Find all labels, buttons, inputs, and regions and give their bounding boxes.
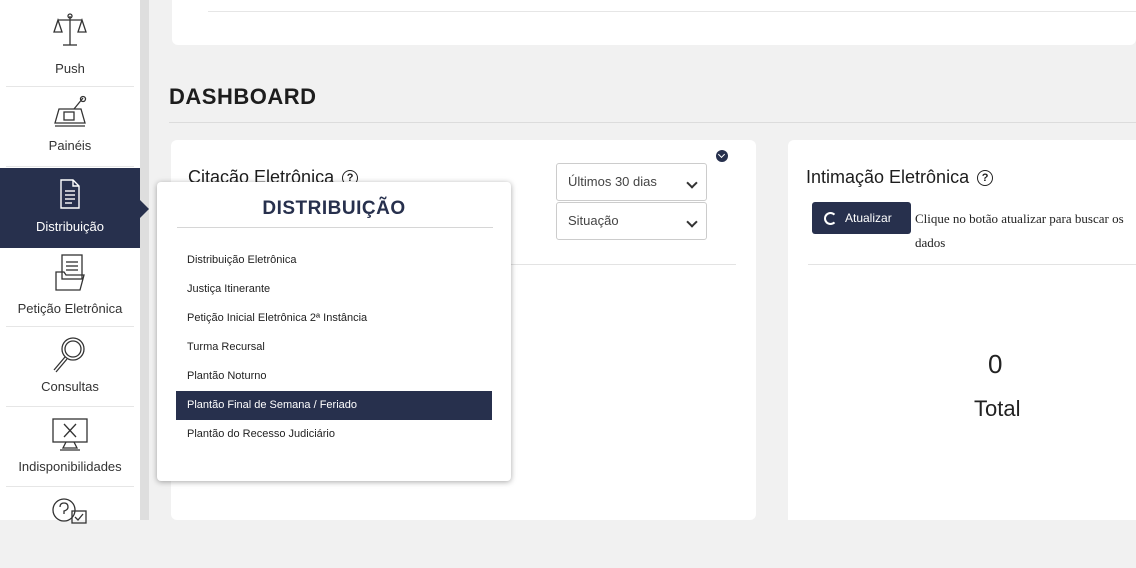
sidebar-item-paineis[interactable]: Painéis [0, 87, 140, 167]
total-label: Total [974, 396, 1021, 421]
sidebar-divider [6, 166, 134, 167]
menu-item-plantao-noturno[interactable]: Plantão Noturno [176, 362, 492, 391]
distribuicao-menu: DISTRIBUIÇÃO Distribuição Eletrônica Jus… [157, 182, 511, 481]
sidebar-item-label: Petição Eletrônica [17, 301, 123, 316]
scales-icon [53, 13, 87, 46]
menu-item-peticao-inicial-2-instancia[interactable]: Petição Inicial Eletrônica 2ª Instância [176, 304, 492, 333]
total-value: 0 [988, 349, 1003, 379]
monitor-x-icon [52, 418, 88, 451]
sidebar-item-label: Indisponibilidades [18, 459, 122, 474]
sidebar-item-indisponibilidades[interactable]: Indisponibilidades [0, 408, 140, 488]
top-panel [172, 0, 1136, 45]
files-icon [55, 254, 85, 291]
period-select[interactable]: Últimos 30 dias [556, 163, 707, 201]
sidebar-item-distribuicao[interactable]: Distribuição [0, 168, 140, 248]
menu-item-plantao-recesso[interactable]: Plantão do Recesso Judiciário [176, 420, 492, 449]
top-panel-divider [208, 11, 1136, 12]
chevron-down-icon [686, 216, 698, 228]
sidebar-item-label: Push [55, 61, 85, 76]
active-indicator-arrow [140, 200, 149, 218]
atualizar-button-label: Atualizar [845, 211, 892, 225]
intimacao-divider [808, 264, 1136, 265]
refresh-hint: Clique no botão atualizar para buscar os… [915, 211, 1124, 250]
panel-icon [54, 95, 87, 127]
menu-item-distribuicao-eletronica[interactable]: Distribuição Eletrônica [176, 246, 492, 275]
page-title: DASHBOARD [169, 84, 317, 109]
sidebar-item-label: Consultas [41, 379, 99, 394]
sidebar: Push Painéis Distribuição Petição Eletrô… [0, 0, 140, 524]
sidebar-item-help[interactable] [0, 488, 140, 568]
magnifier-icon [53, 337, 85, 373]
refresh-icon [824, 212, 837, 225]
sidebar-item-peticao-eletronica[interactable]: Petição Eletrônica [0, 248, 140, 328]
sidebar-divider [6, 486, 134, 487]
situacao-select-value: Situação [568, 213, 619, 228]
sidebar-item-push[interactable]: Push [0, 0, 140, 80]
collapse-chevron-icon[interactable] [716, 150, 728, 162]
sidebar-item-label: Distribuição [36, 219, 104, 234]
period-select-value: Últimos 30 dias [568, 174, 657, 189]
chevron-down-icon [686, 177, 698, 189]
menu-item-justica-itinerante[interactable]: Justiça Itinerante [176, 275, 492, 304]
help-icon[interactable]: ? [977, 170, 994, 186]
situacao-select[interactable]: Situação [556, 202, 707, 240]
sidebar-divider [6, 326, 134, 327]
help-check-icon [52, 498, 87, 524]
atualizar-button[interactable]: Atualizar [812, 202, 911, 234]
intimacao-card [788, 140, 1136, 520]
menu-title: DISTRIBUIÇÃO [262, 198, 406, 219]
sidebar-border [140, 0, 149, 520]
menu-divider [177, 227, 493, 228]
sidebar-item-consultas[interactable]: Consultas [0, 328, 140, 408]
document-icon [60, 179, 80, 209]
title-divider [169, 122, 1136, 123]
sidebar-divider [6, 406, 134, 407]
menu-item-plantao-final-de-semana[interactable]: Plantão Final de Semana / Feriado [176, 391, 492, 420]
sidebar-item-label: Painéis [48, 138, 92, 153]
intimacao-title-text: Intimação Eletrônica [806, 167, 970, 187]
intimacao-title: Intimação Eletrônica? [806, 167, 994, 188]
menu-item-turma-recursal[interactable]: Turma Recursal [176, 333, 492, 362]
